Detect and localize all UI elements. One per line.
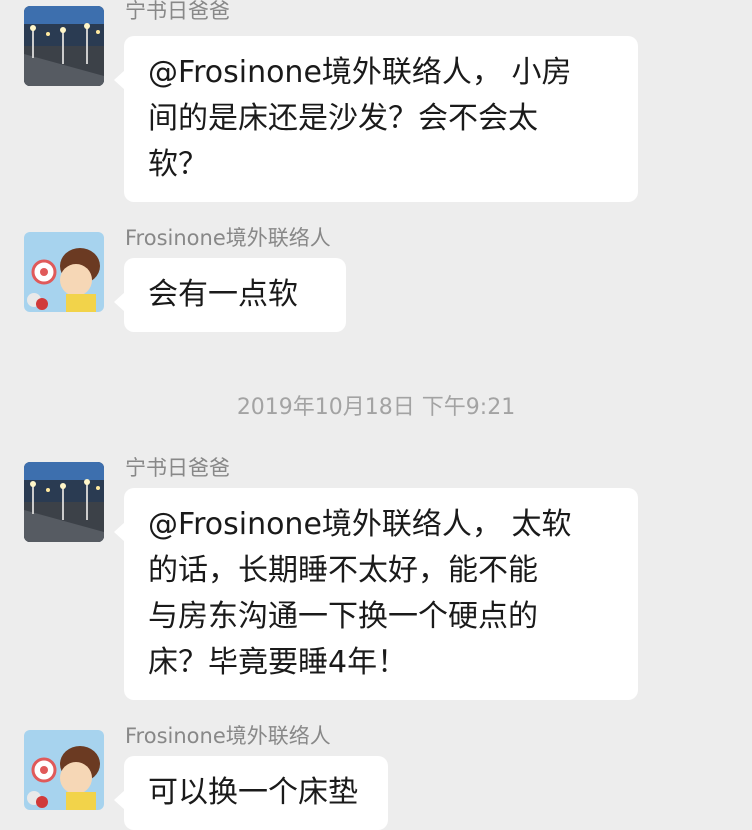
cartoon-boy-avatar-icon (24, 232, 104, 312)
sender-name: 宁书日爸爸 (125, 456, 230, 480)
message-line: 的话，长期睡不太好，能不能 (148, 553, 538, 588)
sender-avatar[interactable] (24, 232, 104, 312)
sender-name: 宁书日爸爸 (125, 0, 230, 23)
message-bubble[interactable]: 会有一点软 (114, 258, 346, 332)
message-bubble[interactable]: 可以换一个床垫 (114, 756, 388, 830)
message-line: 与房东沟通一下换一个硬点的 (148, 599, 538, 634)
sender-name: Frosinone境外联络人 (125, 226, 331, 250)
night-street-avatar-icon (24, 462, 104, 542)
message-line: @Frosinone境外联络人， 太软 (148, 507, 572, 542)
message-line: 间的是床还是沙发？会不会太 (148, 101, 538, 136)
message-line: 床？毕竟要睡4年！ (148, 645, 408, 680)
message-line: @Frosinone境外联络人， 小房 (148, 55, 572, 90)
message-bubble[interactable]: @Frosinone境外联络人， 小房 间的是床还是沙发？会不会太 软？ (114, 36, 638, 202)
message-line: 软？ (148, 147, 208, 182)
message-line: 会有一点软 (148, 277, 298, 312)
sender-name: Frosinone境外联络人 (125, 724, 331, 748)
timestamp: 2019年10月18日 下午9:21 (236, 395, 516, 420)
sender-avatar[interactable] (24, 462, 104, 542)
sender-avatar[interactable] (24, 730, 104, 810)
cartoon-boy-avatar-icon (24, 730, 104, 810)
message-bubble[interactable]: @Frosinone境外联络人， 太软 的话，长期睡不太好，能不能 与房东沟通一… (114, 488, 638, 700)
message-line: 可以换一个床垫 (148, 775, 358, 810)
night-street-avatar-icon (24, 6, 104, 86)
sender-avatar[interactable] (24, 6, 104, 86)
